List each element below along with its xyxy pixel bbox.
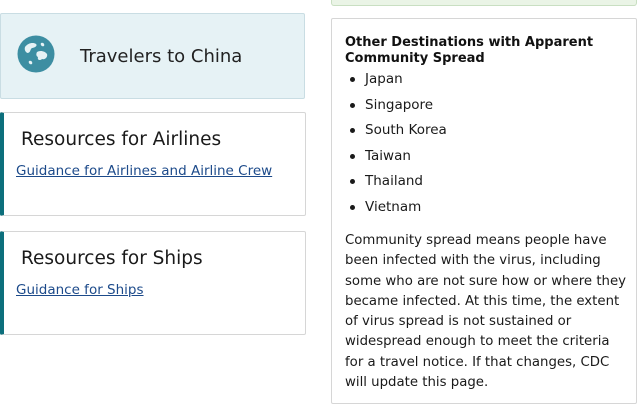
ships-resources-title: Resources for Ships: [21, 248, 203, 269]
airlines-resources-title: Resources for Airlines: [21, 129, 222, 150]
bullet-icon: [350, 179, 355, 184]
globe-icon: [17, 35, 55, 73]
list-item: Thailand: [345, 172, 447, 198]
bullet-icon: [350, 77, 355, 82]
list-item: South Korea: [345, 121, 447, 147]
other-destinations-card: Other Destinations with Apparent Communi…: [331, 18, 637, 404]
list-item: Japan: [345, 70, 447, 96]
airlines-guidance-link[interactable]: Guidance for Airlines and Airline Crew: [16, 163, 272, 179]
bullet-icon: [350, 153, 355, 159]
ships-guidance-link[interactable]: Guidance for Ships: [16, 282, 144, 298]
ships-resources-card: Resources for Ships Guidance for Ships: [0, 231, 306, 335]
bullet-icon: [350, 204, 355, 210]
top-notice-strip: [331, 0, 637, 6]
destinations-list: Japan Singapore South Korea Taiwan Thail…: [345, 70, 447, 223]
community-spread-description: Community spread means people have been …: [345, 233, 627, 391]
bullet-icon: [350, 128, 355, 133]
bullet-icon: [350, 102, 355, 108]
airlines-resources-card: Resources for Airlines Guidance for Airl…: [0, 112, 306, 216]
list-item: Singapore: [345, 96, 447, 122]
travelers-to-china-card[interactable]: Travelers to China: [0, 13, 305, 99]
travelers-to-china-title[interactable]: Travelers to China: [80, 46, 242, 67]
other-destinations-heading: Other Destinations with Apparent Communi…: [345, 35, 594, 66]
list-item: Vietnam: [345, 198, 447, 224]
list-item: Taiwan: [345, 147, 447, 173]
